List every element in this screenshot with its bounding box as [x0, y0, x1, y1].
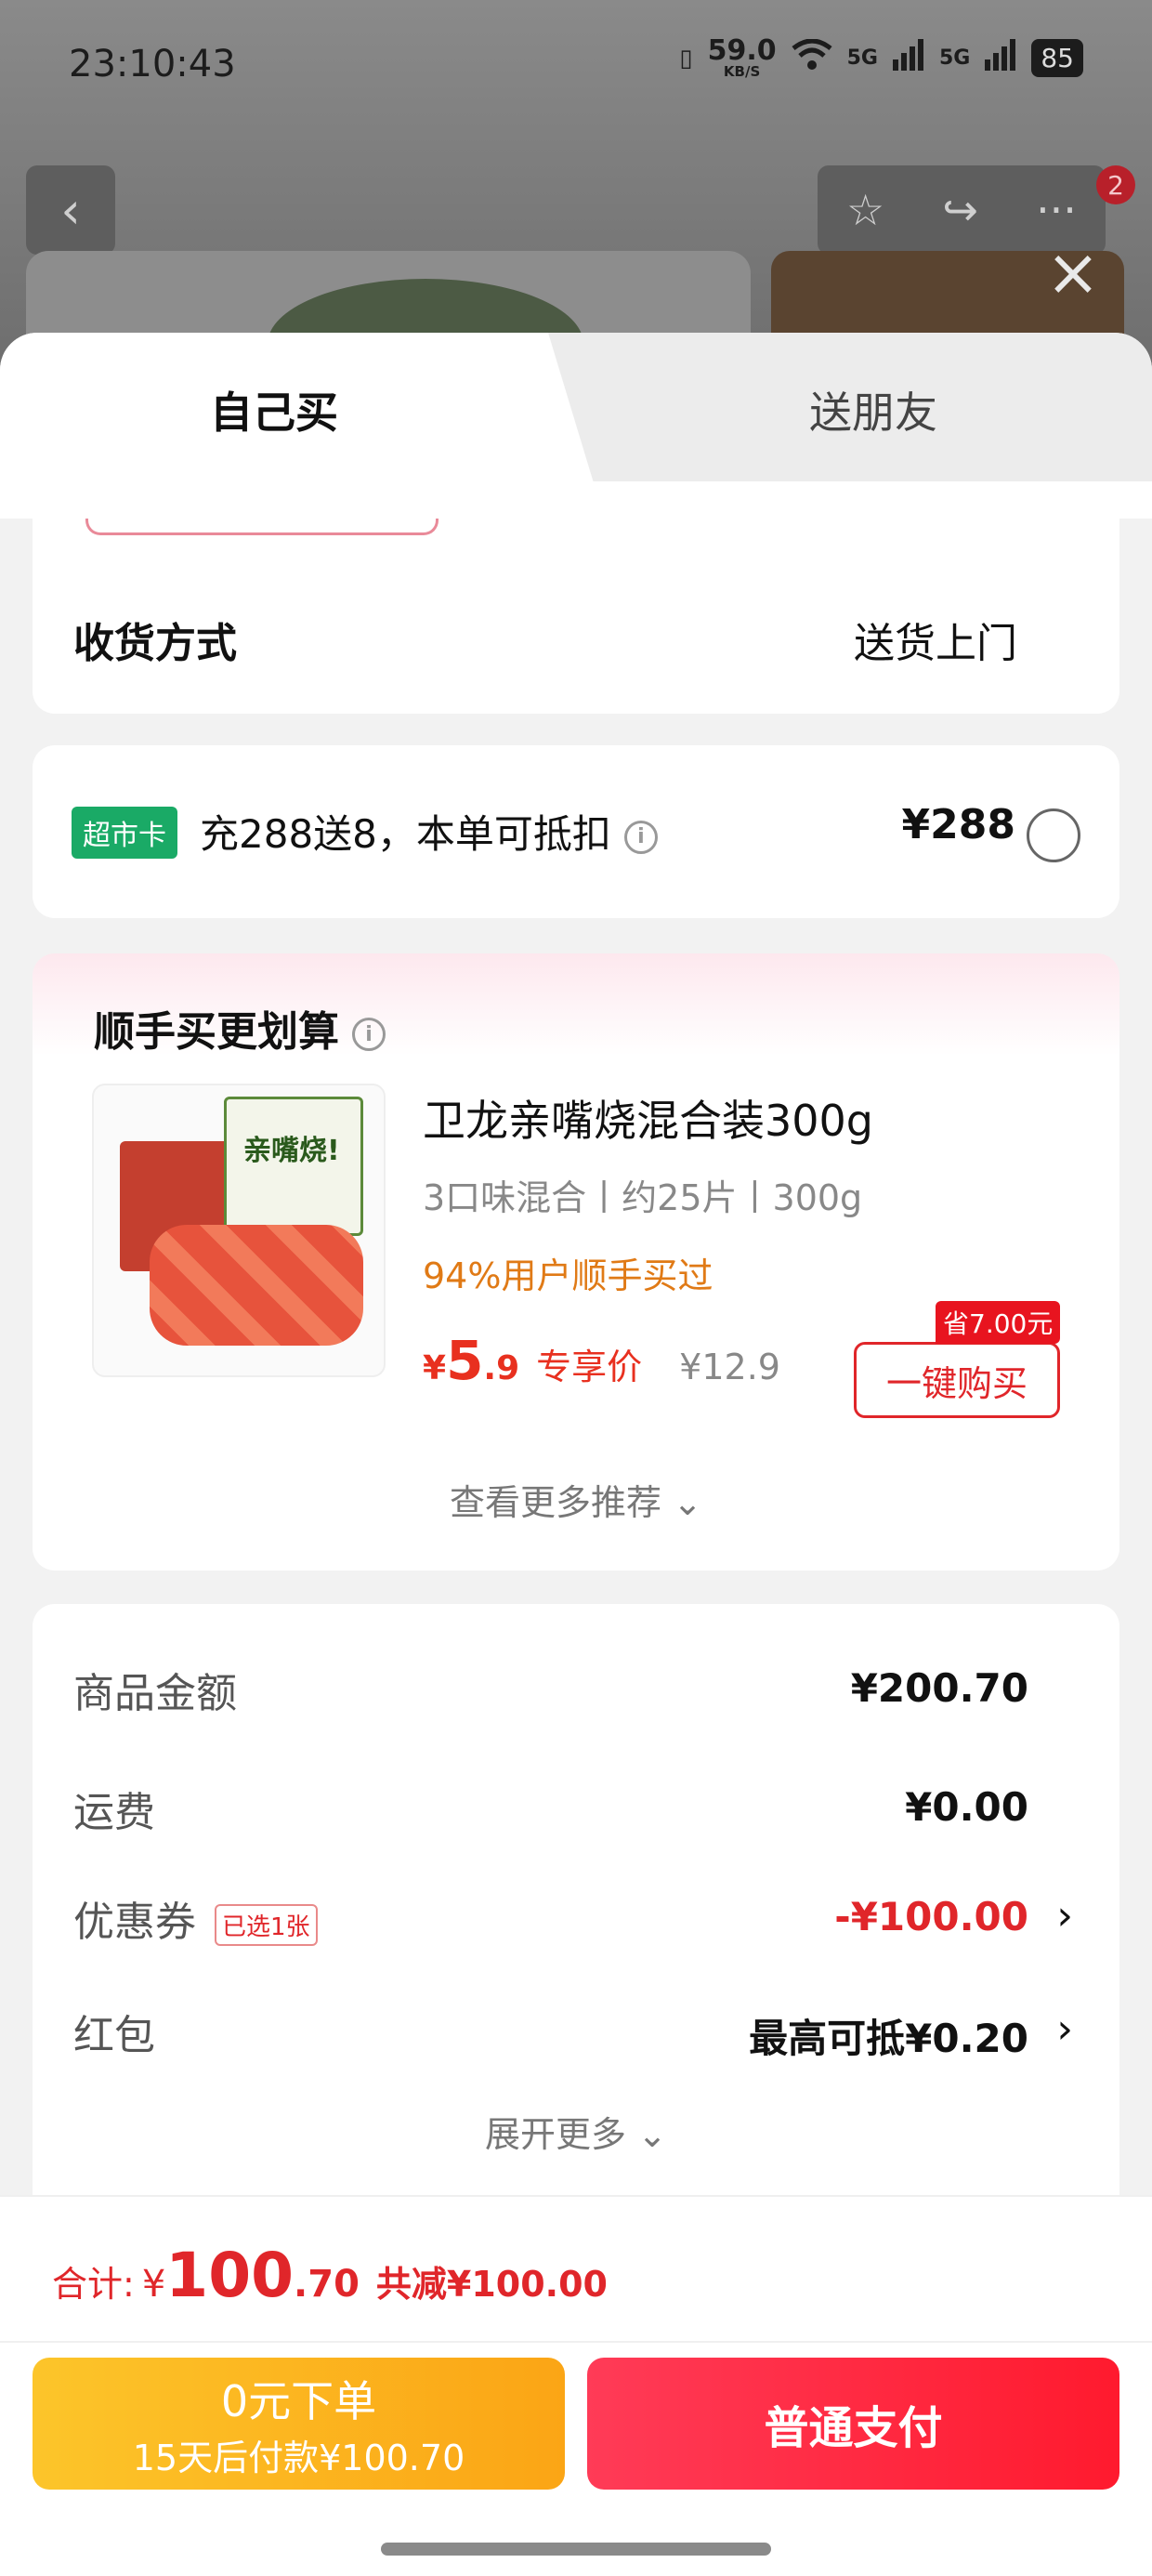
info-icon[interactable]: i [352, 1018, 386, 1051]
normal-pay-button[interactable]: 普通支付 [587, 2358, 1119, 2490]
summary-value: ¥200.70 [850, 1665, 1028, 1711]
net-speed: 59.0 KB/S [708, 37, 777, 79]
zero-pay-button[interactable]: 0元下单 15天后付款¥100.70 [33, 2358, 565, 2490]
summary-value: ¥0.00 [905, 1784, 1028, 1830]
tab-gift-friend[interactable]: 送朋友 [595, 333, 1152, 486]
chevron-left-icon: ‹ [60, 180, 81, 240]
vibrate-icon: ▯ [679, 44, 693, 72]
summary-value: 最高可抵¥0.20 [749, 2016, 1028, 2061]
chevron-right-icon: › [1056, 2005, 1073, 2053]
one-click-buy-button[interactable]: 一键购买 [854, 1342, 1060, 1418]
original-price: ¥12.9 [679, 1347, 780, 1387]
delivery-label: 收货方式 [73, 620, 237, 667]
package-green-image: 亲嘴烧! [224, 1097, 363, 1236]
product-spec: 3口味混合丨约25片丨300g [423, 1177, 863, 1218]
summary-row-goods: 商品金额 ¥200.70 [73, 1660, 1119, 1734]
close-icon[interactable]: × [1041, 240, 1106, 305]
net-speed-unit: KB/S [723, 63, 761, 80]
chevron-down-icon: ⌄ [637, 2114, 667, 2155]
expand-more-label: 展开更多 [485, 2114, 627, 2155]
price-currency: ¥ [423, 1349, 447, 1387]
signal-2-icon: 5G [938, 46, 971, 70]
snack-strips-image [150, 1225, 363, 1346]
coupon-selected-tag: 已选1张 [215, 1903, 318, 1946]
price-tag: 专享价 [536, 1347, 643, 1387]
summary-label: 优惠券 已选1张 [73, 1888, 318, 1948]
supermarket-card-price: ¥288 [901, 801, 1015, 848]
zero-pay-title: 0元下单 [220, 2375, 377, 2426]
more-recommend-label: 查看更多推荐 [450, 1482, 662, 1523]
price-summary-card: 商品金额 ¥200.70 运费 ¥0.00 优惠券 已选1张 -¥100.00 ›… [33, 1604, 1119, 2217]
order-total: 合计: ¥ 100 .70 共减¥100.00 [52, 2240, 608, 2311]
bottom-bar: 合计: ¥ 100 .70 共减¥100.00 0元下单 15天后付款¥100.… [0, 2195, 1152, 2576]
total-label: 合计: [52, 2264, 135, 2305]
net-speed-value: 59.0 [707, 34, 777, 67]
purchase-tabs: 自己买 送朋友 [0, 333, 1152, 519]
product-thumbnail[interactable]: 亲嘴烧! [92, 1084, 386, 1377]
package-logo-text: 亲嘴烧! [243, 1135, 340, 1167]
summary-row-coupon[interactable]: 优惠券 已选1张 -¥100.00 › [73, 1888, 1119, 1963]
recommend-title-text: 顺手买更划算 [94, 1008, 339, 1056]
total-integer: 100 [165, 2240, 295, 2311]
more-icon[interactable]: ··· [1036, 185, 1077, 235]
delivery-card: 收货方式 送货上门 [33, 519, 1119, 714]
signal-bars-icon [985, 39, 1016, 77]
summary-row-redpacket[interactable]: 红包 最高可抵¥0.20 › [73, 2002, 1119, 2076]
product-social-proof: 94%用户顺手买过 [423, 1255, 713, 1296]
expand-more-link[interactable]: 展开更多 ⌄ [33, 2106, 1119, 2157]
status-time: 23:10:43 [69, 43, 236, 85]
recommend-title: 顺手买更划算 i [94, 998, 386, 1058]
battery-indicator: 85 [1031, 39, 1083, 77]
coupon-label: 优惠券 [73, 1899, 196, 1946]
chevron-right-icon: › [1056, 1892, 1073, 1939]
total-reduction: 共减¥100.00 [375, 2264, 608, 2305]
signal-bars-icon [892, 39, 924, 77]
tab-self[interactable]: 自己买 [0, 333, 548, 486]
status-bar: 23:10:43 ▯ 59.0 KB/S 5G 5G 85 [0, 0, 1152, 139]
total-decimal: .70 [294, 2263, 360, 2306]
cart-badge: 2 [1096, 165, 1135, 204]
divider [0, 2341, 1152, 2343]
zero-pay-subtitle: 15天后付款¥100.70 [132, 2437, 465, 2478]
supermarket-card-badge: 超市卡 [72, 807, 177, 859]
price-integer: 5 [446, 1329, 484, 1392]
summary-value: -¥100.00 [834, 1894, 1028, 1939]
star-icon[interactable]: ☆ [846, 185, 884, 235]
product-price: ¥5.9 [423, 1329, 519, 1392]
summary-row-shipping: 运费 ¥0.00 [73, 1779, 1119, 1853]
info-icon[interactable]: i [623, 820, 658, 854]
save-tag: 省7.00元 [936, 1301, 1061, 1344]
recommend-card: 顺手买更划算 i 亲嘴烧! 卫龙亲嘴烧混合装300g 3口味混合丨约25片丨300… [33, 953, 1119, 1571]
supermarket-card-row[interactable]: 超市卡 充288送8，本单可抵扣 i ¥288 [33, 745, 1119, 918]
share-icon[interactable]: ↪ [942, 185, 978, 235]
back-button[interactable]: ‹ [26, 165, 115, 255]
supermarket-card-desc: 充288送8，本单可抵扣 [200, 811, 611, 857]
address-card-edge [85, 519, 439, 535]
product-price-row: ¥5.9 专享价 ¥12.9 [423, 1329, 780, 1392]
signal-1-icon: 5G [846, 46, 878, 70]
summary-label: 红包 [73, 2012, 155, 2059]
total-currency: ¥ [141, 2263, 166, 2306]
summary-label: 商品金额 [73, 1670, 237, 1717]
wifi-icon [792, 38, 832, 77]
delivery-value[interactable]: 送货上门 [854, 610, 1017, 669]
supermarket-card-radio[interactable] [1027, 808, 1080, 862]
supermarket-card-text: 充288送8，本单可抵扣 i [200, 803, 658, 860]
price-decimal: .9 [483, 1349, 520, 1387]
chevron-down-icon: ⌄ [673, 1482, 702, 1523]
status-icons: ▯ 59.0 KB/S 5G 5G 85 [679, 37, 1083, 79]
tabs-underlay [0, 481, 1152, 519]
product-name[interactable]: 卫龙亲嘴烧混合装300g [423, 1087, 873, 1149]
home-indicator[interactable] [381, 2543, 771, 2556]
more-recommend-link[interactable]: 查看更多推荐 ⌄ [33, 1474, 1119, 1525]
summary-label: 运费 [73, 1789, 155, 1836]
